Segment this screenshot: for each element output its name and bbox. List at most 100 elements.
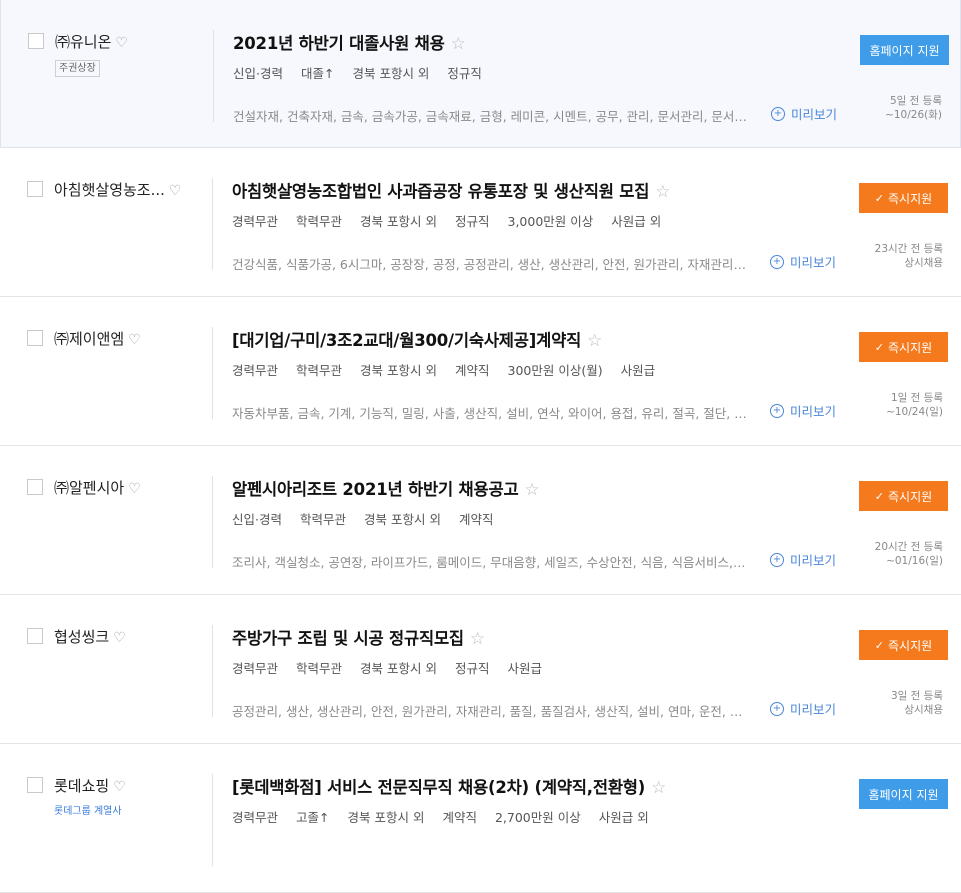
- heart-icon[interactable]: ♡: [113, 779, 126, 795]
- job-title[interactable]: [롯데백화점] 서비스 전문직무직 채용(2차) (계약직,전환형) ☆: [232, 774, 666, 798]
- job-title[interactable]: [대기업/구미/3조2교대/월300/기숙사제공]계약직 ☆: [232, 327, 602, 351]
- deadline: ~01/16(일): [886, 555, 943, 567]
- job-keywords: 건설자재, 건축자재, 금속, 금속가공, 금속재료, 금형, 레미콘, 시멘트…: [233, 109, 749, 124]
- job-title[interactable]: 알펜시아리조트 2021년 하반기 채용공고 ☆: [232, 476, 540, 500]
- job-title-text[interactable]: [롯데백화점] 서비스 전문직무직 채용(2차) (계약직,전환형): [232, 778, 645, 797]
- quick-apply-button[interactable]: ✓ 즉시지원: [859, 183, 948, 213]
- company-name-text[interactable]: 롯데쇼핑: [54, 777, 109, 795]
- condition-education: 학력무관: [296, 214, 343, 229]
- star-icon[interactable]: ☆: [655, 182, 670, 202]
- condition-location: 경북 포항시 외: [364, 512, 441, 527]
- company-name[interactable]: 아침햇살영농조... ♡: [54, 179, 181, 200]
- company-name-text[interactable]: ㈜제이앤엠: [54, 330, 124, 348]
- job-title-text[interactable]: 아침햇살영농조합법인 사과즙공장 유통포장 및 생산직원 모집: [232, 182, 649, 201]
- company-name-text[interactable]: ㈜알펜시아: [54, 479, 124, 497]
- button-label[interactable]: 즉시지원: [888, 488, 932, 505]
- preview-link[interactable]: + 미리보기: [770, 699, 836, 718]
- heart-icon[interactable]: ♡: [113, 630, 126, 646]
- job-title[interactable]: 2021년 하반기 대졸사원 채용 ☆: [233, 30, 466, 54]
- company-name[interactable]: ㈜제이앤엠 ♡: [54, 328, 141, 349]
- condition-location: 경북 포항시 외: [352, 66, 430, 81]
- button-label[interactable]: 즉시지원: [888, 339, 932, 356]
- heart-icon[interactable]: ♡: [128, 332, 141, 348]
- zoom-in-icon: +: [770, 254, 784, 269]
- select-checkbox[interactable]: [27, 628, 43, 644]
- preview-link[interactable]: + 미리보기: [771, 104, 837, 123]
- quick-apply-button[interactable]: ✓ 즉시지원: [859, 332, 948, 362]
- deadline: 상시채용: [904, 704, 943, 716]
- job-title-text[interactable]: [대기업/구미/3조2교대/월300/기숙사제공]계약직: [232, 331, 581, 350]
- preview-label[interactable]: 미리보기: [790, 699, 836, 718]
- select-checkbox[interactable]: [27, 777, 43, 793]
- star-icon[interactable]: ☆: [451, 34, 466, 54]
- zoom-in-icon: +: [770, 403, 784, 418]
- company-group-tag[interactable]: 롯데그룹 계열사: [54, 805, 122, 818]
- job-title[interactable]: 아침햇살영농조합법인 사과즙공장 유통포장 및 생산직원 모집 ☆: [232, 178, 670, 202]
- quick-apply-button[interactable]: ✓ 즉시지원: [859, 481, 948, 511]
- job-title[interactable]: 주방가구 조립 및 시공 정규직모집 ☆: [232, 625, 485, 649]
- preview-label[interactable]: 미리보기: [790, 252, 836, 271]
- condition-type: 계약직: [454, 363, 490, 378]
- condition-career: 신입·경력: [232, 512, 282, 527]
- job-row: 롯데쇼핑 ♡ 롯데그룹 계열사 [롯데백화점] 서비스 전문직무직 채용(2차) …: [0, 744, 961, 893]
- job-title-text[interactable]: 2021년 하반기 대졸사원 채용: [233, 34, 445, 53]
- preview-link[interactable]: + 미리보기: [770, 252, 836, 271]
- select-checkbox[interactable]: [28, 33, 44, 49]
- job-row: ㈜유니온 ♡ 주권상장 2021년 하반기 대졸사원 채용 ☆ 신입·경력 대졸↑ 경북…: [0, 0, 961, 148]
- zoom-in-icon: +: [771, 106, 785, 121]
- divider: [212, 774, 213, 866]
- company-name[interactable]: ㈜알펜시아 ♡: [54, 477, 141, 498]
- preview-label[interactable]: 미리보기: [790, 401, 836, 420]
- job-keywords: 공정관리, 생산, 생산관리, 안전, 원가관리, 자재관리, 품질, 품질검사…: [232, 704, 748, 719]
- button-label[interactable]: 즉시지원: [888, 190, 932, 207]
- button-label[interactable]: 홈페이지 지원: [868, 786, 938, 803]
- button-label[interactable]: 즉시지원: [888, 637, 932, 654]
- star-icon[interactable]: ☆: [470, 629, 485, 649]
- posting-date: 20시간 전 등록 ~01/16(일): [875, 540, 943, 568]
- check-icon: ✓: [874, 340, 885, 354]
- job-title-text[interactable]: 주방가구 조립 및 시공 정규직모집: [232, 629, 464, 648]
- posted-time: 1일 전 등록: [891, 392, 943, 404]
- company-name[interactable]: 협성씽크 ♡: [54, 626, 126, 647]
- company-name[interactable]: ㈜유니온 ♡: [55, 31, 128, 52]
- select-checkbox[interactable]: [27, 181, 43, 197]
- job-title-text[interactable]: 알펜시아리조트 2021년 하반기 채용공고: [232, 480, 519, 499]
- condition-location: 경북 포항시 외: [360, 363, 437, 378]
- company-name-text[interactable]: 아침햇살영농조...: [54, 181, 165, 199]
- condition-location: 경북 포항시 외: [360, 661, 437, 676]
- star-icon[interactable]: ☆: [524, 480, 539, 500]
- job-row: 아침햇살영농조... ♡ 아침햇살영농조합법인 사과즙공장 유통포장 및 생산직원…: [0, 148, 961, 297]
- heart-icon[interactable]: ♡: [169, 183, 182, 199]
- job-row: 협성씽크 ♡ 주방가구 조립 및 시공 정규직모집 ☆ 경력무관 학력무관 경북 포항시…: [0, 595, 961, 744]
- posted-time: 23시간 전 등록: [874, 243, 943, 255]
- condition-location: 경북 포항시 외: [347, 810, 425, 825]
- deadline: 상시채용: [904, 257, 943, 269]
- company-name-text[interactable]: 협성씽크: [54, 628, 109, 646]
- select-checkbox[interactable]: [27, 479, 43, 495]
- quick-apply-button[interactable]: ✓ 즉시지원: [859, 630, 948, 660]
- preview-label[interactable]: 미리보기: [790, 550, 836, 569]
- job-conditions: 경력무관 학력무관 경북 포항시 외 정규직 사원급: [232, 658, 560, 677]
- divider: [212, 178, 213, 270]
- select-checkbox[interactable]: [27, 330, 43, 346]
- divider: [213, 30, 214, 122]
- condition-rank: 사원급 외: [611, 214, 662, 229]
- preview-link[interactable]: + 미리보기: [770, 550, 836, 569]
- company-name-text[interactable]: ㈜유니온: [55, 33, 111, 51]
- condition-type: 정규직: [454, 214, 490, 229]
- star-icon[interactable]: ☆: [651, 778, 666, 798]
- job-row: ㈜알펜시아 ♡ 알펜시아리조트 2021년 하반기 채용공고 ☆ 신입·경력 학력무관…: [0, 446, 961, 595]
- heart-icon[interactable]: ♡: [115, 35, 128, 51]
- condition-rank: 사원급: [620, 363, 656, 378]
- homepage-apply-button[interactable]: 홈페이지 지원: [859, 779, 948, 809]
- homepage-apply-button[interactable]: 홈페이지 지원: [860, 35, 949, 65]
- job-conditions: 경력무관 학력무관 경북 포항시 외 계약직 300만원 이상(월) 사원급: [232, 360, 673, 379]
- preview-link[interactable]: + 미리보기: [770, 401, 836, 420]
- star-icon[interactable]: ☆: [587, 331, 602, 351]
- zoom-in-icon: +: [770, 552, 784, 567]
- heart-icon[interactable]: ♡: [128, 481, 141, 497]
- button-label[interactable]: 홈페이지 지원: [869, 42, 939, 59]
- company-name[interactable]: 롯데쇼핑 ♡: [54, 775, 126, 796]
- divider: [212, 476, 213, 568]
- preview-label[interactable]: 미리보기: [791, 104, 837, 123]
